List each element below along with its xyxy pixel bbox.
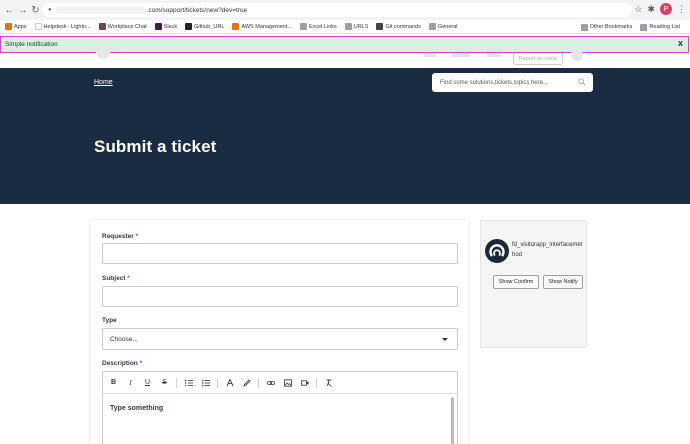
highlight-icon[interactable]	[241, 377, 252, 388]
clear-formatting-icon[interactable]	[323, 377, 334, 388]
requester-input[interactable]	[102, 243, 458, 264]
editor-scrollbar[interactable]	[451, 397, 454, 444]
folder-icon	[580, 23, 588, 31]
search-placeholder: Find some solutions,tickets,topics here.…	[440, 79, 549, 86]
address-bar[interactable]: ● .com/support/tickets/new?dev=true	[42, 3, 632, 17]
bookmark-label: Slack	[163, 23, 178, 30]
reading-list-icon	[640, 23, 648, 31]
app-widget-name: fd_visitorapp_interfacemethod	[512, 242, 583, 258]
toolbar-divider	[217, 377, 218, 388]
bookmark-item[interactable]: Apps	[5, 23, 27, 30]
lock-icon: ●	[48, 7, 52, 13]
bookmark-label: Workplace Chat	[107, 23, 147, 30]
type-select[interactable]: Choose...	[102, 328, 458, 350]
description-label: Description *	[102, 360, 143, 367]
notification-close-button[interactable]: x	[678, 38, 683, 48]
logo-icon	[96, 45, 110, 59]
underline-icon[interactable]: U	[142, 377, 153, 388]
bookmark-label: Reading List	[649, 24, 680, 30]
bookmark-item[interactable]: Helpdesk : Lightn...	[34, 23, 91, 30]
bold-icon[interactable]: B	[108, 377, 119, 388]
subject-label: Subject *	[102, 275, 130, 282]
folder-icon	[344, 23, 352, 30]
extensions-puzzle-icon[interactable]: ✱	[647, 4, 655, 15]
show-notify-button[interactable]: Show Notify	[543, 275, 583, 289]
aws-icon	[232, 23, 240, 30]
bookmark-item[interactable]: General	[428, 23, 458, 30]
bookmark-item[interactable]: AWS Management...	[232, 23, 292, 30]
strikethrough-icon[interactable]: S	[159, 377, 170, 388]
type-label: Type	[102, 317, 117, 324]
video-icon[interactable]	[299, 377, 310, 388]
editor-toolbar: B I U S	[103, 372, 457, 394]
kebab-menu-icon[interactable]: ⋮	[677, 4, 686, 15]
nav-item-placeholder[interactable]	[452, 53, 470, 57]
toolbar-divider	[258, 377, 259, 388]
editor-placeholder: Type something	[110, 405, 164, 412]
bookmark-item[interactable]: Reading List	[640, 23, 680, 31]
nav-item-placeholder[interactable]	[487, 53, 501, 57]
bookmark-item[interactable]: URLS	[344, 23, 369, 30]
apps-grid-icon	[5, 23, 12, 30]
folder-icon	[428, 23, 436, 30]
chevron-down-icon	[442, 338, 448, 341]
report-issue-button[interactable]: Report an issue	[513, 53, 563, 65]
user-avatar-icon[interactable]	[571, 49, 583, 61]
nav-item-placeholder[interactable]	[424, 53, 436, 57]
back-arrow-icon[interactable]: ←	[4, 3, 15, 17]
description-editor[interactable]: B I U S Type something	[102, 371, 458, 444]
browser-actions: ☆ ✱ P ⋮	[634, 3, 686, 15]
bookmark-item[interactable]: Other Bookmarks	[580, 23, 633, 31]
bookmark-label: Excel Links	[308, 23, 337, 30]
toolbar-divider	[316, 377, 317, 388]
bookmark-item[interactable]: Github_URL	[185, 23, 224, 30]
toolbar-divider	[176, 377, 177, 388]
bookmark-item[interactable]: Git commands	[376, 23, 421, 30]
requester-label: Requester *	[102, 233, 139, 240]
reload-icon[interactable]: ↻	[30, 3, 41, 17]
github-icon	[185, 23, 193, 30]
bookmark-item[interactable]: Slack	[154, 23, 178, 30]
url-redacted	[55, 6, 146, 14]
bookmark-item[interactable]: Excel Links	[299, 23, 337, 30]
notification-text: Simple notification	[5, 41, 58, 48]
app-logo-icon	[485, 239, 509, 263]
hero-search-input[interactable]: Find some solutions,tickets,topics here.…	[432, 73, 593, 92]
globe-icon	[376, 23, 384, 30]
subject-input[interactable]	[102, 286, 458, 307]
bookmark-label: Github_URL	[194, 23, 225, 30]
bookmarks-right-group: Other Bookmarks Reading List	[580, 20, 688, 34]
type-selected-value: Choose...	[110, 335, 138, 343]
bookmark-label: URLS	[353, 23, 369, 30]
star-icon[interactable]: ☆	[634, 4, 642, 15]
bookmark-label: Helpdesk : Lightn...	[43, 23, 91, 30]
bookmarks-bar: Apps Helpdesk : Lightn... Workplace Chat Sl…	[0, 20, 690, 34]
breadcrumb-home-link[interactable]: Home	[94, 79, 113, 86]
profile-avatar[interactable]: P	[660, 3, 672, 15]
text-color-icon[interactable]	[224, 377, 235, 388]
bookmark-label: Apps	[14, 23, 27, 30]
site-icon	[34, 23, 42, 30]
bookmark-label: Git commands	[385, 23, 421, 30]
bookmark-item[interactable]: Workplace Chat	[98, 23, 147, 30]
folder-icon	[299, 23, 307, 30]
slack-icon	[154, 23, 162, 30]
image-icon[interactable]	[282, 377, 293, 388]
link-icon[interactable]	[265, 377, 276, 388]
url-text: .com/support/tickets/new?dev=true	[146, 6, 248, 14]
ordered-list-icon[interactable]	[183, 377, 194, 388]
bullet-list-icon[interactable]	[200, 377, 211, 388]
bookmark-label: Other Bookmarks	[589, 24, 633, 30]
forward-arrow-icon[interactable]: →	[17, 3, 28, 17]
page-title: Submit a ticket	[94, 137, 217, 156]
bookmark-label: General	[437, 23, 458, 30]
show-confirm-button[interactable]: Show Confirm	[493, 275, 539, 289]
search-icon[interactable]	[578, 78, 586, 86]
italic-icon[interactable]: I	[125, 377, 136, 388]
workplace-icon	[98, 23, 106, 30]
bookmark-label: AWS Management...	[241, 23, 292, 30]
